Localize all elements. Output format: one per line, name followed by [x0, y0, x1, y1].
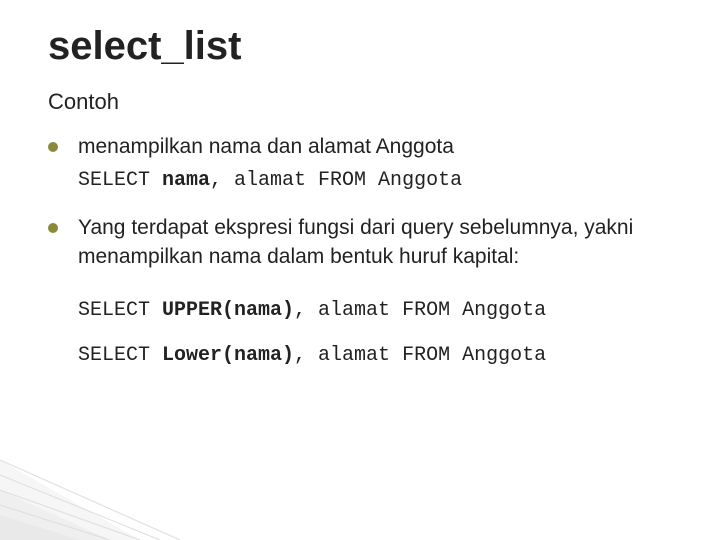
code-suffix: , alamat FROM Anggota: [294, 344, 546, 367]
corner-decoration: [0, 420, 200, 540]
code-prefix: SELECT: [78, 344, 162, 367]
code-bold: UPPER(nama): [162, 299, 294, 322]
code-bold: nama: [162, 169, 210, 192]
slide-content: select_list Contoh menampilkan nama dan …: [0, 0, 720, 367]
code-block: SELECT UPPER(nama), alamat FROM Anggota: [78, 299, 672, 322]
code-bold: Lower(nama): [162, 344, 294, 367]
code-suffix: , alamat FROM Anggota: [294, 299, 546, 322]
bullet-text: menampilkan nama dan alamat Anggota: [78, 133, 454, 161]
code-prefix: SELECT: [78, 299, 162, 322]
page-title: select_list: [48, 24, 672, 69]
list-item: menampilkan nama dan alamat Anggota: [48, 133, 672, 161]
bullet-icon: [48, 223, 58, 233]
code-block: SELECT Lower(nama), alamat FROM Anggota: [78, 344, 672, 367]
bullet-icon: [48, 142, 58, 152]
list-item: Yang terdapat ekspresi fungsi dari query…: [48, 214, 672, 271]
subtitle: Contoh: [48, 89, 672, 115]
code-block: SELECT nama, alamat FROM Anggota: [78, 169, 672, 192]
bullet-text: Yang terdapat ekspresi fungsi dari query…: [78, 214, 672, 271]
